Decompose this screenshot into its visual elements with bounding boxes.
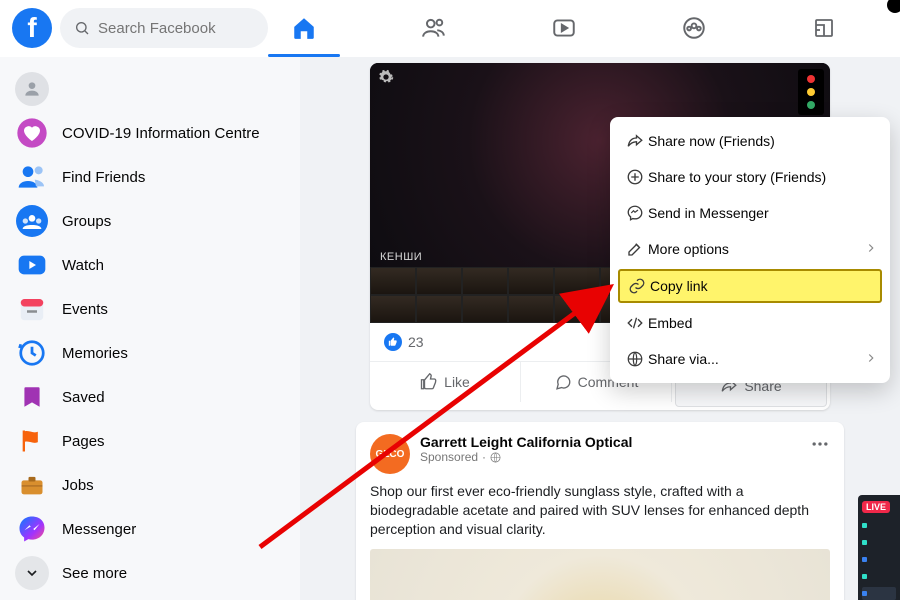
search-input[interactable] (96, 19, 240, 38)
flag-icon (14, 423, 50, 459)
sponsored-label: Sponsored (420, 450, 478, 464)
sidebar-item-label: Find Friends (62, 169, 145, 186)
share-arrow-icon (622, 132, 648, 150)
media-badge (798, 69, 824, 115)
sidebar-item-groups[interactable]: Groups (6, 199, 294, 243)
send-messenger-item[interactable]: Send in Messenger (610, 195, 890, 231)
search-box[interactable] (60, 8, 268, 48)
top-bar: f (0, 0, 900, 57)
ad-body-text: Shop our first ever eco-friendly sunglas… (370, 482, 830, 539)
code-icon (622, 314, 648, 332)
live-panel[interactable]: LIVE (858, 495, 900, 600)
sidebar-item-find-friends[interactable]: Find Friends (6, 155, 294, 199)
home-icon (291, 15, 317, 41)
sidebar-item-label: See more (62, 565, 127, 582)
globe-icon (490, 452, 501, 463)
sidebar-item-label: Memories (62, 345, 128, 362)
top-nav (268, 0, 860, 56)
globe-icon (622, 350, 648, 368)
nav-home[interactable] (274, 0, 334, 56)
reaction-count: 23 (408, 334, 424, 350)
friends-icon (421, 15, 447, 41)
left-sidebar: COVID-19 Information Centre Find Friends… (0, 57, 300, 600)
facebook-logo[interactable]: f (12, 8, 52, 48)
share-menu: Share now (Friends) Share to your story … (610, 117, 890, 383)
share-now-item[interactable]: Share now (Friends) (610, 123, 890, 159)
sidebar-item-label: Saved (62, 389, 105, 406)
nav-friends[interactable] (404, 0, 464, 56)
corner-dot (887, 0, 900, 13)
sidebar-item-label: Jobs (62, 477, 94, 494)
messenger-icon (622, 204, 648, 222)
sidebar-item-watch[interactable]: Watch (6, 243, 294, 287)
pencil-icon (622, 240, 648, 258)
link-icon (624, 277, 650, 295)
sponsored-card: GLCO Garrett Leight California Optical S… (356, 422, 844, 600)
sidebar-item-profile[interactable] (6, 67, 294, 111)
ad-image[interactable] (370, 549, 830, 600)
advertiser-name[interactable]: Garrett Leight California Optical (420, 434, 632, 450)
messenger-icon (14, 511, 50, 547)
sidebar-item-events[interactable]: Events (6, 287, 294, 331)
character-label: КЕНШИ (380, 251, 422, 263)
watch-icon (551, 15, 577, 41)
search-icon (74, 20, 90, 36)
sidebar-item-label: COVID-19 Information Centre (62, 125, 260, 142)
groups-icon (14, 203, 50, 239)
live-badge: LIVE (862, 501, 890, 513)
sidebar-item-label: Groups (62, 213, 111, 230)
share-via-item[interactable]: Share via... (610, 341, 890, 377)
ellipsis-icon (810, 434, 830, 454)
gear-icon (378, 69, 394, 88)
heart-icon (14, 115, 50, 151)
watch-icon (14, 247, 50, 283)
avatar-icon (15, 72, 49, 106)
plus-circle-icon (622, 168, 648, 186)
sidebar-item-see-more[interactable]: See more (6, 551, 294, 595)
comment-icon (554, 373, 572, 391)
calendar-icon (14, 291, 50, 327)
share-story-item[interactable]: Share to your story (Friends) (610, 159, 890, 195)
like-reaction-icon (384, 333, 402, 351)
sidebar-item-label: Watch (62, 257, 104, 274)
groups-icon (681, 15, 707, 41)
thumbs-up-icon (420, 373, 438, 391)
like-button[interactable]: Like (370, 362, 521, 402)
sidebar-item-messenger[interactable]: Messenger (6, 507, 294, 551)
post-more-button[interactable] (810, 434, 830, 457)
sidebar-item-label: Pages (62, 433, 105, 450)
gaming-icon (812, 16, 836, 40)
briefcase-icon (14, 467, 50, 503)
copy-link-item[interactable]: Copy link (618, 269, 882, 303)
embed-item[interactable]: Embed (610, 305, 890, 341)
chevron-down-icon (15, 556, 49, 590)
chevron-right-icon (864, 351, 878, 368)
sidebar-item-jobs[interactable]: Jobs (6, 463, 294, 507)
more-options-item[interactable]: More options (610, 231, 890, 267)
bookmark-icon (14, 379, 50, 415)
chevron-right-icon (864, 241, 878, 258)
nav-gaming[interactable] (794, 0, 854, 56)
sidebar-item-covid[interactable]: COVID-19 Information Centre (6, 111, 294, 155)
nav-watch[interactable] (534, 0, 594, 56)
clock-icon (14, 335, 50, 371)
sidebar-item-pages[interactable]: Pages (6, 419, 294, 463)
friends-icon (14, 159, 50, 195)
sidebar-item-saved[interactable]: Saved (6, 375, 294, 419)
nav-groups[interactable] (664, 0, 724, 56)
sidebar-item-memories[interactable]: Memories (6, 331, 294, 375)
sidebar-item-label: Messenger (62, 521, 136, 538)
advertiser-avatar[interactable]: GLCO (370, 434, 410, 474)
sidebar-item-label: Events (62, 301, 108, 318)
